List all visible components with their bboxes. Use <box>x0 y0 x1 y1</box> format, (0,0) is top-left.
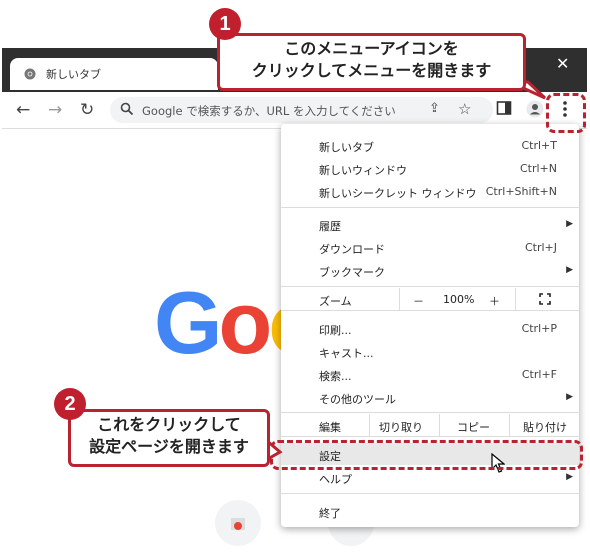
step-2-badge: 2 <box>54 388 86 420</box>
callout-2-line-1: これをクリックして <box>97 415 241 434</box>
callout-1-line-2: クリックしてメニューを開きます <box>251 61 492 80</box>
callout-step-1: このメニューアイコンを クリックしてメニューを開きます <box>217 33 526 91</box>
callout-1-line-1: このメニューアイコンを <box>284 39 459 58</box>
callout-2-line-2: 設定ページを開きます <box>89 437 249 456</box>
callout-step-2: これをクリックして 設定ページを開きます <box>68 409 270 467</box>
step-1-badge: 1 <box>209 8 241 40</box>
